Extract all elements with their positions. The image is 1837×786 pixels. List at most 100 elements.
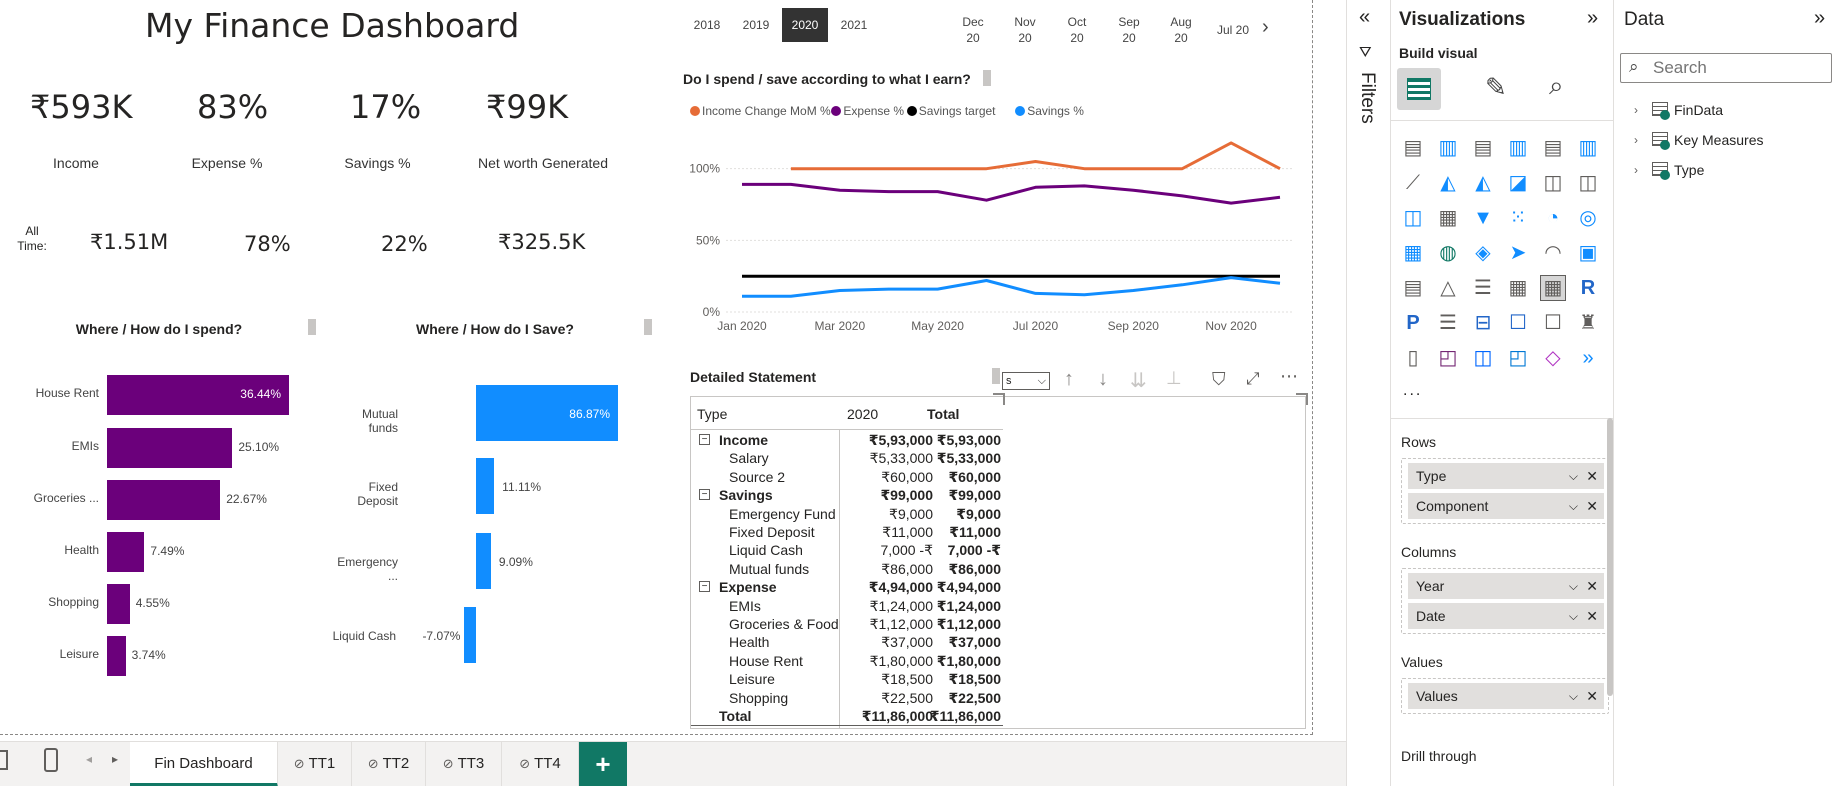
chevron-right-icon[interactable]: › (1262, 16, 1269, 39)
page-tab[interactable]: ⊘ TT4 (502, 742, 579, 786)
matrix-header-year[interactable]: 2020 (847, 405, 878, 423)
matrix-row[interactable]: Leisure ₹18,500 ₹18,500 (691, 670, 1003, 688)
chevron-right-icon[interactable]: › (1634, 158, 1638, 182)
month-slicer-item[interactable]: Nov 20 (1000, 14, 1050, 46)
matrix-row[interactable]: House Rent ₹1,80,000 ₹1,80,000 (691, 652, 1003, 670)
month-slicer-item[interactable]: Dec 20 (948, 14, 998, 46)
series-line[interactable] (790, 141, 1281, 171)
month-slicer-item[interactable]: Aug 20 (1156, 14, 1206, 46)
collapse-filters-icon[interactable]: « (1359, 6, 1370, 29)
year-slicer-item[interactable]: 2020 (782, 8, 828, 42)
year-slicer-item[interactable]: 2021 (831, 8, 877, 42)
stacked-area-icon[interactable]: ◭ (1471, 171, 1495, 195)
save-bar[interactable] (464, 607, 476, 663)
field-well[interactable]: Values ⌵ ✕ (1401, 678, 1609, 714)
decomposition-tree-icon[interactable]: ⊟ (1471, 311, 1495, 335)
matrix-row[interactable]: Salary ₹5,33,000 ₹5,33,000 (691, 449, 1003, 467)
stacked-bar-icon[interactable]: ▤ (1401, 136, 1425, 160)
treemap-icon[interactable]: ▦ (1401, 241, 1425, 265)
close-icon[interactable]: ✕ (1586, 573, 1598, 599)
funnel-icon[interactable]: ▼ (1471, 206, 1495, 230)
spend-chart-scroll-handle[interactable] (308, 319, 316, 335)
matrix-row[interactable]: Total ₹11,86,000 ₹11,86,000 (691, 707, 1003, 725)
page-tab[interactable]: ⊘ TT3 (426, 742, 502, 786)
matrix-dropdown[interactable]: s ⌵ (1002, 372, 1050, 390)
azure-ml-icon[interactable]: ◰ (1506, 346, 1530, 370)
pie-chart-icon[interactable]: ◔ (1541, 206, 1565, 230)
100-bar-icon[interactable]: ▤ (1541, 136, 1565, 160)
legend-item[interactable]: Savings target (906, 104, 996, 118)
legend-item[interactable]: Income Change MoM % (690, 104, 831, 118)
field-well-item[interactable]: Type ⌵ ✕ (1408, 463, 1604, 489)
save-bar[interactable] (476, 458, 495, 514)
drill-up-icon[interactable]: ↑ (1064, 368, 1074, 391)
matrix-row[interactable]: Fixed Deposit ₹11,000 ₹11,000 (691, 523, 1003, 541)
legend-item[interactable]: Savings % (1015, 104, 1084, 118)
month-slicer-item[interactable]: Sep 20 (1104, 14, 1154, 46)
series-line[interactable] (742, 182, 1281, 205)
data-table-item[interactable]: › FinData (1614, 98, 1837, 126)
resize-handle[interactable] (993, 393, 1005, 405)
format-visual-icon[interactable]: ✎ (1485, 72, 1507, 103)
line-stacked-column-icon[interactable]: ◫ (1576, 171, 1600, 195)
metrics-icon[interactable]: ♜ (1576, 311, 1600, 335)
100-column-icon[interactable]: ▥ (1576, 136, 1600, 160)
ribbon-icon[interactable]: ◫ (1401, 206, 1425, 230)
month-slicer-item[interactable]: Oct 20 (1052, 14, 1102, 46)
matrix-row[interactable]: Groceries & Food ₹1,12,000 ₹1,12,000 (691, 615, 1003, 633)
matrix-row[interactable]: Shopping ₹22,500 ₹22,500 (691, 689, 1003, 707)
legend-item[interactable]: Expense % (831, 104, 904, 118)
collapse-icon[interactable]: − (699, 489, 710, 501)
field-well-item[interactable]: Component ⌵ ✕ (1408, 493, 1604, 519)
chevron-down-icon[interactable]: ⌵ (1569, 493, 1578, 519)
scatter-icon[interactable]: ⁙ (1506, 206, 1530, 230)
qa-icon[interactable]: ☐ (1506, 311, 1530, 335)
add-page-button[interactable]: + (579, 742, 627, 786)
spend-bar[interactable] (107, 480, 221, 520)
area-chart-icon[interactable]: ◭ (1436, 171, 1460, 195)
desktop-layout-icon[interactable] (0, 750, 8, 770)
save-bar[interactable] (476, 533, 491, 589)
filled-map-icon[interactable]: ◈ (1471, 241, 1495, 265)
close-icon[interactable]: ✕ (1586, 603, 1598, 629)
drill-down-icon[interactable]: ↓ (1098, 368, 1108, 391)
data-table-item[interactable]: › Type (1614, 158, 1837, 186)
power-automate-icon[interactable]: ◫ (1471, 346, 1495, 370)
matrix-row[interactable]: Source 2 ₹60,000 ₹60,000 (691, 468, 1003, 486)
matrix-scroll-handle[interactable] (992, 368, 1000, 384)
multi-row-card-icon[interactable]: ▤ (1401, 276, 1425, 300)
collapse-icon[interactable]: − (699, 581, 710, 593)
slicer-icon[interactable]: ☰ (1471, 276, 1495, 300)
smart-narrative-icon[interactable]: ☐ (1541, 311, 1565, 335)
chevron-down-icon[interactable]: ⌵ (1569, 573, 1578, 599)
azure-map-icon[interactable]: ➤ (1506, 241, 1530, 265)
field-well[interactable]: Year ⌵ ✕ Date ⌵ ✕ (1401, 568, 1609, 634)
spend-bar[interactable] (107, 636, 126, 676)
collapse-icon[interactable]: − (699, 434, 710, 445)
spend-bar[interactable] (107, 532, 145, 572)
chevron-down-icon[interactable]: ⌵ (1569, 463, 1578, 489)
build-visual-tab[interactable] (1397, 68, 1441, 110)
r-visual-icon[interactable]: R (1576, 276, 1600, 300)
page-tab[interactable]: ⊘ TT2 (352, 742, 426, 786)
resize-handle[interactable] (1296, 393, 1308, 405)
matrix-icon[interactable]: ▦ (1540, 275, 1566, 301)
more-visual-icon[interactable]: » (1576, 346, 1600, 370)
expand-next-level-icon[interactable]: ⇊ (1130, 368, 1147, 393)
year-slicer-item[interactable]: 2019 (733, 8, 779, 42)
close-icon[interactable]: ✕ (1586, 683, 1598, 709)
more-options-icon[interactable]: ⋯ (1280, 366, 1299, 387)
clustered-bar-icon[interactable]: ▤ (1471, 136, 1495, 160)
gauge-icon[interactable]: ◠ (1541, 241, 1565, 265)
matrix-header-total[interactable]: Total (927, 405, 959, 423)
search-input[interactable] (1653, 57, 1823, 79)
spend-bar[interactable] (107, 584, 130, 624)
close-icon[interactable]: ✕ (1586, 493, 1598, 519)
kpi-icon[interactable]: △ (1436, 276, 1460, 300)
filter-icon[interactable]: ⛉ (1212, 369, 1226, 390)
matrix-row[interactable]: Mutual funds ₹86,000 ₹86,000 (691, 560, 1003, 578)
expand-hierarchy-icon[interactable]: ⊥ (1166, 368, 1182, 389)
expand-data-icon[interactable]: » (1814, 7, 1825, 30)
spend-bar[interactable] (107, 428, 233, 468)
key-influencers-icon[interactable]: ☰ (1436, 311, 1460, 335)
